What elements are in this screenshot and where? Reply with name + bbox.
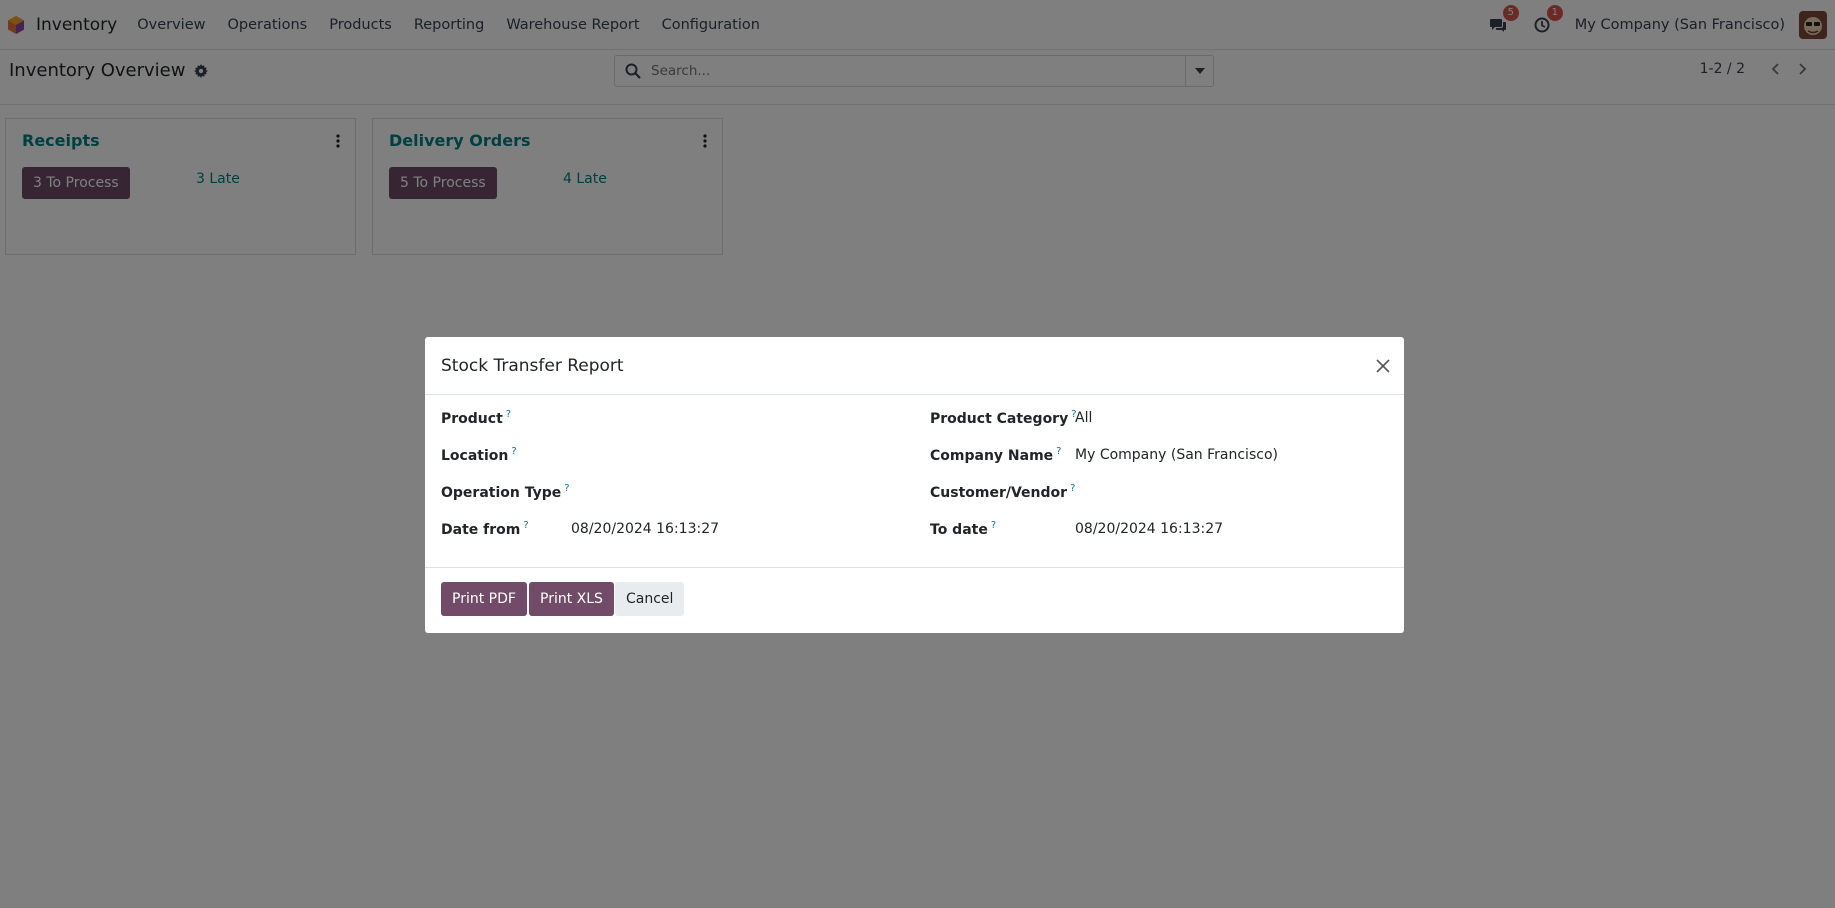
product-label: Product?	[441, 409, 512, 427]
dialog-title: Stock Transfer Report	[441, 356, 624, 376]
customer-vendor-label: Customer/Vendor?	[930, 483, 1076, 501]
product-category-field[interactable]: All	[1075, 410, 1092, 426]
operation-type-label: Operation Type?	[441, 483, 570, 501]
help-icon[interactable]: ?	[1070, 483, 1075, 494]
print-pdf-button[interactable]: Print PDF	[441, 582, 527, 616]
dialog-header: Stock Transfer Report	[425, 337, 1404, 395]
dialog-footer: Print PDF Print XLS Cancel	[425, 567, 1404, 633]
date-from-label: Date from?	[441, 520, 529, 538]
help-icon[interactable]: ?	[1056, 446, 1061, 457]
help-icon[interactable]: ?	[506, 409, 511, 420]
stock-transfer-report-dialog: Stock Transfer Report Product? Location?…	[425, 337, 1404, 633]
print-xls-button[interactable]: Print XLS	[529, 582, 614, 616]
help-icon[interactable]: ?	[991, 520, 996, 531]
product-category-label: Product Category?	[930, 409, 1077, 427]
to-date-label: To date?	[930, 520, 997, 538]
close-icon[interactable]	[1374, 357, 1392, 375]
dialog-body: Product? Location? Operation Type? Date …	[425, 395, 1404, 538]
help-icon[interactable]: ?	[523, 520, 528, 531]
cancel-button[interactable]: Cancel	[615, 582, 685, 616]
date-from-field[interactable]: 08/20/2024 16:13:27	[571, 521, 719, 537]
to-date-field[interactable]: 08/20/2024 16:13:27	[1075, 521, 1223, 537]
location-label: Location?	[441, 446, 517, 464]
help-icon[interactable]: ?	[511, 446, 516, 457]
company-name-label: Company Name?	[930, 446, 1062, 464]
company-name-field[interactable]: My Company (San Francisco)	[1075, 447, 1278, 463]
help-icon[interactable]: ?	[564, 483, 569, 494]
